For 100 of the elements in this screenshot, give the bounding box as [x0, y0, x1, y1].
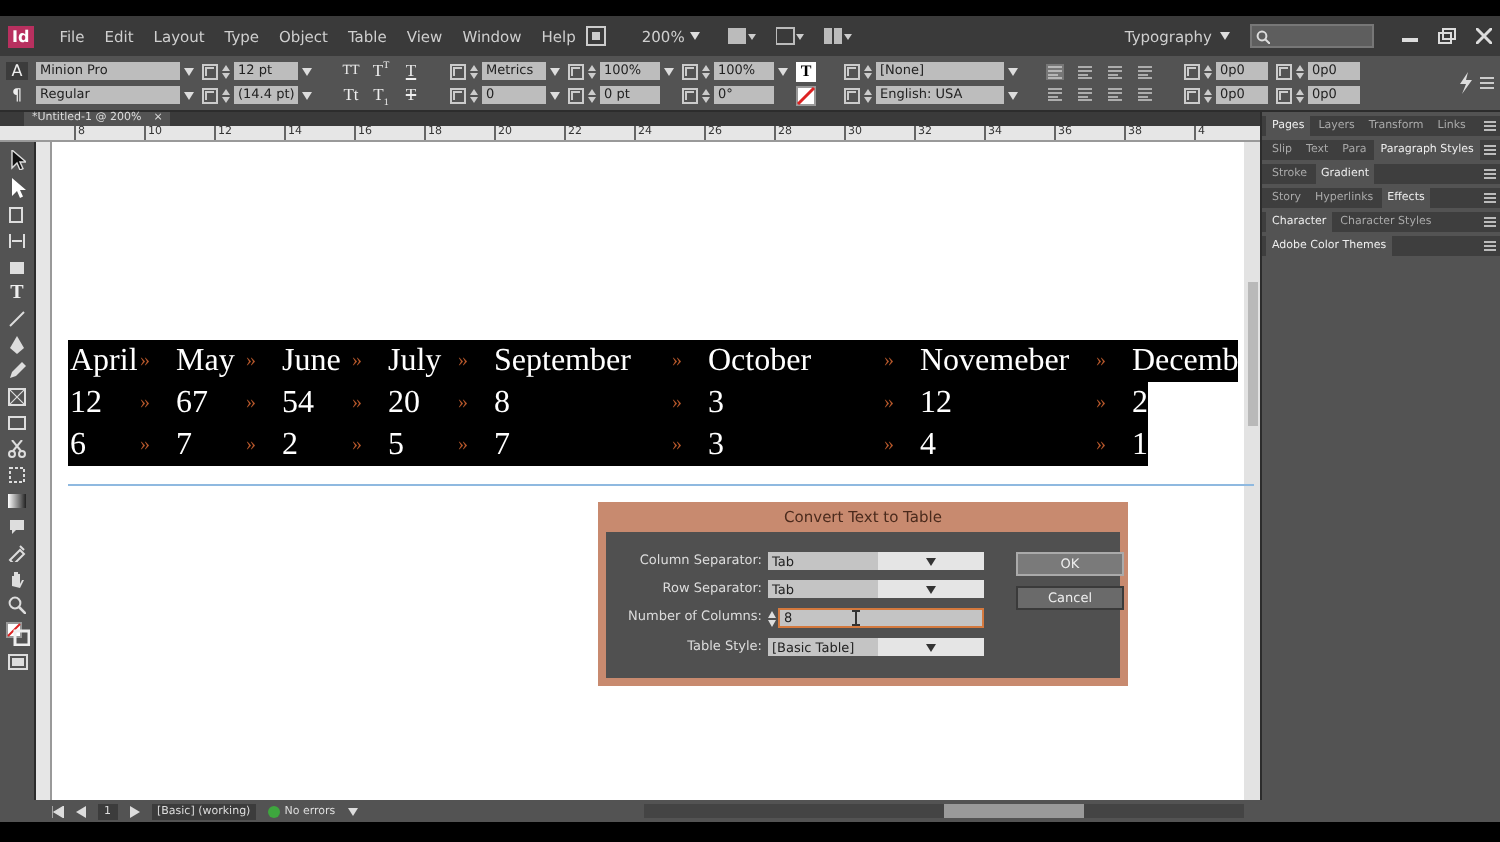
type-style-button[interactable]: Tt [340, 85, 362, 105]
rectangle-tool-icon[interactable] [8, 414, 26, 432]
lightning-icon[interactable] [1458, 72, 1472, 94]
table-text: 2 [282, 427, 298, 463]
text-fill-swatch[interactable]: T [796, 61, 816, 81]
type-style-button[interactable]: T$_{1}$ [370, 85, 392, 105]
eyedropper-tool-icon[interactable] [8, 544, 26, 562]
stepper-icon[interactable] [470, 87, 478, 103]
type-tool[interactable]: T [10, 284, 24, 302]
previous-page-icon[interactable] [76, 805, 86, 817]
caret-icon[interactable] [347, 807, 358, 815]
align-icon[interactable] [1106, 64, 1124, 80]
pen-tool-icon[interactable] [8, 336, 26, 354]
stepper-icon[interactable] [702, 87, 710, 103]
preflight-status-icon [268, 805, 281, 817]
bridge-icon[interactable] [585, 26, 606, 46]
caret-icon[interactable] [1008, 91, 1018, 99]
restore-icon[interactable] [1438, 28, 1456, 44]
stepper-icon[interactable] [1296, 63, 1304, 79]
caret-icon[interactable] [690, 32, 701, 40]
caret-icon[interactable] [550, 91, 560, 99]
line-tool-icon[interactable] [8, 310, 26, 328]
tab-marker: » [672, 434, 682, 456]
caret-icon [926, 585, 936, 593]
caret-icon[interactable] [184, 67, 194, 75]
caret-icon[interactable] [664, 67, 674, 75]
character-mode-button[interactable]: A [6, 62, 28, 80]
table-text: 8 [494, 385, 510, 421]
gap-tool-icon[interactable] [8, 232, 26, 250]
caret-icon[interactable] [1008, 67, 1018, 75]
panel-menu-icon[interactable] [1484, 216, 1496, 228]
type-style-button[interactable]: T [400, 85, 422, 105]
panel-menu-icon[interactable] [1484, 192, 1496, 204]
type-style-button[interactable]: T [400, 61, 422, 80]
search-field[interactable] [1250, 24, 1374, 48]
screen-mode-icon[interactable] [776, 26, 805, 46]
table-text: Decemb [1132, 343, 1239, 379]
caret-icon[interactable] [302, 91, 312, 99]
close-icon[interactable] [1476, 28, 1492, 44]
scrollbar-thumb[interactable] [1247, 282, 1257, 426]
panel-menu-icon[interactable] [1484, 144, 1496, 156]
caret-icon[interactable] [1220, 32, 1230, 40]
page-tool-icon[interactable] [8, 206, 26, 224]
stroke-none-swatch[interactable] [796, 85, 816, 105]
caret-icon[interactable] [778, 67, 788, 75]
table-text: July [388, 343, 442, 379]
arrange-documents-icon[interactable] [824, 26, 853, 46]
stepper-icon[interactable] [222, 87, 230, 103]
caret-icon[interactable] [550, 67, 560, 75]
table-text: 1 [1132, 427, 1148, 463]
align-icon[interactable] [1136, 86, 1154, 102]
type-style-button[interactable]: T$^{T}$ [370, 61, 392, 80]
stepper-icon[interactable] [470, 63, 478, 79]
paragraph-mode-button[interactable]: ¶ [6, 86, 28, 104]
align-icon[interactable] [1136, 64, 1154, 80]
tab-marker: » [1096, 350, 1106, 372]
tab-marker: » [458, 434, 468, 456]
scissors-tool-icon[interactable] [8, 440, 26, 458]
selection-tool-icon[interactable] [9, 150, 25, 170]
tab-marker: » [1096, 392, 1106, 414]
panel-menu-icon[interactable] [1484, 120, 1496, 132]
table-text: 6 [70, 427, 86, 463]
table-text: April [70, 343, 138, 379]
stepper-icon[interactable] [864, 87, 872, 103]
caret-icon[interactable] [302, 67, 312, 75]
panel-menu-icon[interactable] [1484, 168, 1496, 180]
align-icon[interactable] [1076, 86, 1094, 102]
horizontal-scrollbar[interactable] [644, 804, 1244, 818]
panel-menu-icon[interactable] [1480, 76, 1494, 90]
stepper-icon[interactable] [222, 63, 230, 79]
free-transform-tool-icon[interactable] [8, 466, 26, 484]
align-icon[interactable] [1106, 86, 1124, 102]
screen-mode-icon[interactable] [7, 654, 27, 670]
content-collector-icon[interactable] [8, 258, 26, 276]
gradient-tool-icon[interactable] [8, 492, 26, 510]
table-text: 20 [388, 385, 420, 421]
stepper-icon[interactable] [588, 87, 596, 103]
note-tool-icon[interactable] [8, 518, 26, 536]
stepper-icon[interactable] [702, 63, 710, 79]
stepper-icon[interactable] [1204, 63, 1212, 79]
align-icon[interactable] [1046, 86, 1064, 102]
caret-icon[interactable] [184, 91, 194, 99]
next-page-icon[interactable] [129, 805, 139, 817]
stepper-icon[interactable] [1204, 87, 1212, 103]
panel-menu-icon[interactable] [1484, 240, 1496, 252]
view-options-icon[interactable] [728, 26, 757, 46]
hand-tool-icon[interactable] [8, 570, 26, 588]
table-text: Novemeber [920, 343, 1070, 379]
tab-marker: » [884, 434, 894, 456]
align-icon[interactable] [1076, 64, 1094, 80]
stepper-icon[interactable] [1296, 87, 1304, 103]
tab-marker: » [246, 392, 256, 414]
direct-selection-tool-icon[interactable] [9, 178, 25, 198]
fill-stroke-swatches-icon[interactable] [5, 622, 29, 646]
stepper-icon[interactable] [588, 63, 596, 79]
pencil-tool-icon[interactable] [8, 362, 26, 380]
stepper-icon[interactable] [864, 63, 872, 79]
zoom-tool-icon[interactable] [8, 596, 26, 614]
first-page-icon[interactable] [52, 805, 64, 817]
frame-tool-icon[interactable] [8, 388, 26, 406]
